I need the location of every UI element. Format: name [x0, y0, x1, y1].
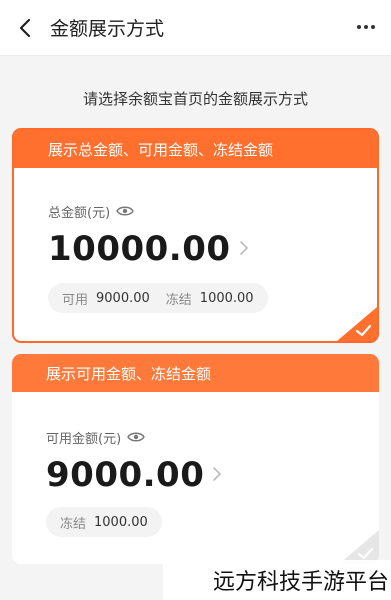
eye-icon[interactable]	[116, 205, 136, 219]
frozen-value: 1000.00	[199, 290, 254, 306]
option-body: 总金额(元) 10000.00 可用 9000.00 冻结 1000.00	[14, 202, 377, 313]
page-title: 金额展示方式	[50, 18, 165, 40]
more-button[interactable]	[355, 16, 377, 38]
chevron-right-icon	[212, 466, 224, 484]
amount-label-row: 总金额(元)	[48, 202, 343, 221]
amount-row: 10000.00	[48, 229, 343, 269]
chevron-left-icon	[19, 18, 31, 37]
option-body: 可用金额(元) 9000.00 冻结 1000.00	[12, 428, 379, 537]
instruction-text: 请选择余额宝首页的金额展示方式	[82, 90, 308, 108]
checkmark-icon	[337, 307, 377, 341]
back-button[interactable]	[14, 17, 36, 39]
option-title: 展示总金额、可用金额、冻结金额	[14, 130, 377, 168]
option-card-available[interactable]: 展示可用金额、冻结金额 可用金额(元) 9000.00 冻结 1000.00	[12, 354, 379, 564]
frozen-label: 冻结	[165, 292, 192, 308]
frozen-label: 冻结	[60, 516, 87, 532]
option-title: 展示可用金额、冻结金额	[12, 354, 379, 392]
breakdown-pill: 可用 9000.00 冻结 1000.00	[48, 283, 268, 313]
available-label: 可用	[62, 292, 89, 308]
chevron-right-icon	[239, 240, 251, 258]
amount-label-row: 可用金额(元)	[46, 428, 345, 447]
amount-row: 9000.00	[46, 455, 345, 495]
amount-label: 总金额(元)	[48, 206, 111, 221]
option-card-total[interactable]: 展示总金额、可用金额、冻结金额 总金额(元) 10000.00 可用 9000.…	[12, 128, 379, 343]
amount-value: 9000.00	[46, 455, 205, 495]
amount-label: 可用金额(元)	[46, 432, 122, 447]
available-value: 9000.00	[96, 290, 150, 306]
checkmark-icon	[339, 530, 379, 564]
watermark: 远方科技手游平台	[163, 560, 391, 600]
eye-icon[interactable]	[127, 431, 147, 445]
nav-bar: 金额展示方式	[0, 0, 391, 56]
amount-value: 10000.00	[48, 229, 231, 269]
more-icon	[357, 25, 375, 29]
breakdown-pill: 冻结 1000.00	[46, 507, 162, 537]
frozen-value: 1000.00	[94, 514, 148, 530]
